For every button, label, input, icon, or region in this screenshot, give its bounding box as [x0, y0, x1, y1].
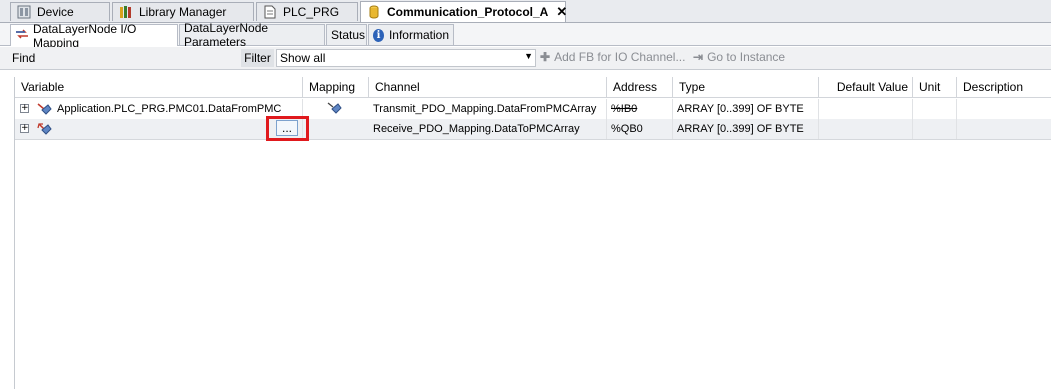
cell-unit — [913, 119, 957, 139]
cell-default-value — [819, 119, 913, 139]
column-header-address[interactable]: Address — [607, 77, 673, 98]
tab-label: Communication_Protocol_A — [387, 5, 549, 19]
goto-label: Go to Instance — [707, 50, 786, 64]
mapped-variable-icon — [327, 101, 343, 118]
filter-dropdown[interactable]: Show all ▼ — [276, 49, 536, 67]
info-icon: i — [373, 28, 384, 42]
column-header-variable[interactable]: Variable — [15, 77, 303, 98]
column-header-unit[interactable]: Unit — [913, 77, 957, 98]
add-fb-label: Add FB for IO Channel... — [554, 50, 686, 64]
tab-status[interactable]: Status — [326, 24, 367, 45]
add-fb-button[interactable]: ✚ Add FB for IO Channel... — [540, 50, 685, 64]
find-label: Find — [12, 51, 36, 65]
column-header-type[interactable]: Type — [673, 77, 819, 98]
cell-type: ARRAY [0..399] OF BYTE — [673, 99, 819, 119]
cell-channel: Transmit_PDO_Mapping.DataFromPMCArray — [369, 99, 607, 119]
cell-address: %IB0 — [607, 99, 673, 119]
tab-plc-prg[interactable]: PLC_PRG — [256, 2, 358, 21]
tab-label: DataLayerNode I/O Mapping — [33, 21, 137, 50]
input-assistant-button[interactable]: ... — [276, 120, 298, 136]
tab-io-mapping[interactable]: DataLayerNode I/O Mapping — [10, 22, 178, 50]
cylinder-icon — [367, 5, 381, 19]
output-mapping-icon — [37, 122, 53, 139]
cell-description — [957, 119, 1051, 139]
go-to-instance-button[interactable]: ⇥ Go to Instance — [693, 50, 785, 64]
column-header-default-value[interactable]: Default Value — [819, 77, 913, 98]
tab-communication-protocol[interactable]: Communication_Protocol_A ✕ — [360, 1, 567, 22]
tab-label: PLC_PRG — [283, 5, 340, 19]
column-header-channel[interactable]: Channel — [369, 77, 607, 98]
input-mapping-icon — [37, 102, 53, 119]
io-mapping-grid: Variable Mapping Channel Address Type De… — [14, 77, 1051, 389]
tab-library-manager[interactable]: Library Manager — [112, 2, 254, 21]
document-tab-bar: Device Library Manager PLC_PRG Communica… — [0, 0, 1051, 23]
goto-arrow-icon: ⇥ — [693, 50, 704, 64]
cell-type: ARRAY [0..399] OF BYTE — [673, 119, 819, 139]
tab-label: Information — [388, 28, 449, 42]
io-mapping-icon — [15, 28, 29, 43]
cell-description — [957, 99, 1051, 119]
tab-label: Status — [331, 28, 366, 42]
tab-label: Device — [37, 5, 74, 19]
document-icon — [263, 5, 277, 19]
cell-unit — [913, 99, 957, 119]
cell-default-value — [819, 99, 913, 119]
column-header-description[interactable]: Description — [957, 77, 1051, 98]
table-row[interactable]: + Receive_PDO_Mapping.DataToPMCArray %QB… — [15, 119, 1051, 140]
chevron-down-icon[interactable]: ▼ — [524, 51, 533, 61]
expand-icon[interactable]: + — [20, 104, 29, 113]
cell-channel: Receive_PDO_Mapping.DataToPMCArray — [369, 119, 607, 139]
expand-icon[interactable]: + — [20, 124, 29, 133]
close-icon[interactable]: ✕ — [556, 4, 567, 20]
mapping-toolbar: Find Filter Show all ▼ ✚ Add FB for IO C… — [0, 47, 1051, 70]
filter-label: Filter — [241, 49, 274, 67]
column-header-mapping[interactable]: Mapping — [303, 77, 369, 98]
tab-device[interactable]: Device — [10, 2, 110, 21]
library-icon — [119, 5, 133, 19]
editor-subtab-bar: DataLayerNode I/O Mapping DataLayerNode … — [0, 21, 1051, 50]
cell-address: %QB0 — [607, 119, 673, 139]
tab-information[interactable]: i Information — [368, 24, 454, 45]
table-row[interactable]: + Application.PLC_PRG.PMC01.DataFromPMC … — [15, 99, 1051, 120]
device-icon — [17, 5, 31, 19]
tab-parameters[interactable]: DataLayerNode Parameters — [179, 21, 325, 49]
plus-icon: ✚ — [540, 50, 551, 64]
tab-label: DataLayerNode Parameters — [184, 21, 269, 49]
filter-value: Show all — [280, 51, 326, 65]
tab-label: Library Manager — [139, 5, 227, 19]
